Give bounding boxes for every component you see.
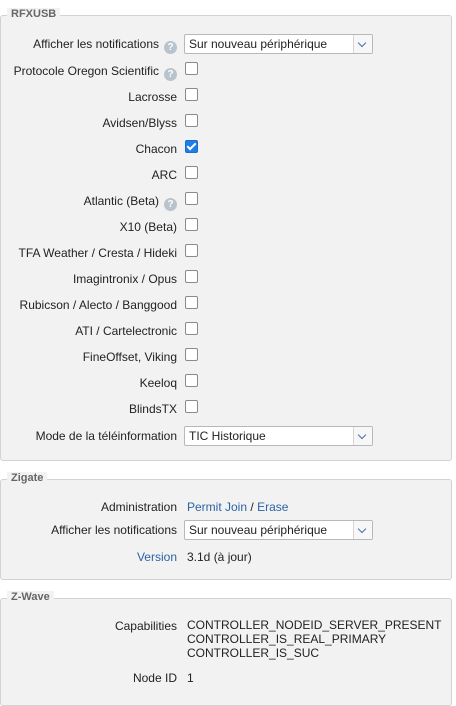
protocol-label: TFA Weather / Cresta / Hideki: [18, 246, 177, 260]
protocol-checkbox[interactable]: [185, 244, 198, 257]
chevron-down-icon[interactable]: [353, 35, 372, 53]
rfxusb-notifications-label: Afficher les notifications?: [33, 34, 177, 54]
protocol-row: FineOffset, Viking: [1, 347, 451, 367]
protocol-label: Atlantic (Beta)?: [84, 191, 177, 211]
rfxusb-notifications-select[interactable]: Sur nouveau périphérique: [184, 34, 373, 54]
rfxusb-fieldset: RFXUSB Afficher les notifications? Sur n…: [0, 8, 452, 461]
protocol-row: Imagintronix / Opus: [1, 269, 451, 289]
chevron-down-icon[interactable]: [353, 521, 372, 539]
rfxusb-teleinfo-label: Mode de la téléinformation: [35, 429, 177, 443]
capability-item: CONTROLLER_IS_REAL_PRIMARY: [187, 632, 387, 646]
protocol-row: Rubicson / Alecto / Banggood: [1, 295, 451, 315]
zigate-fieldset: Zigate Administration Permit Join / Eras…: [0, 472, 452, 580]
zigate-administration-actions: Permit Join / Erase: [187, 497, 288, 517]
protocol-checkbox[interactable]: [185, 270, 198, 283]
protocol-row: Protocole Oregon Scientific?: [1, 61, 451, 81]
zigate-legend: Zigate: [7, 472, 48, 484]
rfxusb-legend: RFXUSB: [7, 8, 61, 20]
zwave-legend: Z-Wave: [7, 591, 54, 603]
protocol-row: ARC: [1, 165, 451, 185]
protocol-label: Protocole Oregon Scientific?: [14, 61, 177, 81]
protocol-label: Avidsen/Blyss: [102, 116, 177, 130]
rfxusb-notifications-value: Sur nouveau périphérique: [189, 37, 328, 51]
protocol-checkbox[interactable]: [185, 296, 198, 309]
protocol-label: Lacrosse: [128, 90, 177, 104]
protocol-row: ATI / Cartelectronic: [1, 321, 451, 341]
zwave-capabilities-values: CONTROLLER_NODEID_SERVER_PRESENT CONTROL…: [187, 618, 442, 660]
protocol-row: X10 (Beta): [1, 217, 451, 237]
link-separator: /: [250, 500, 254, 514]
erase-link[interactable]: Erase: [257, 500, 288, 514]
rfxusb-teleinfo-row: Mode de la téléinformation TIC Historiqu…: [1, 426, 451, 446]
zwave-capabilities-row: Capabilities CONTROLLER_NODEID_SERVER_PR…: [1, 615, 451, 665]
protocol-label: X10 (Beta): [119, 220, 177, 234]
protocol-row: Keeloq: [1, 373, 451, 393]
rfxusb-notifications-row: Afficher les notifications? Sur nouveau …: [1, 34, 451, 54]
zigate-administration-label: Administration: [100, 500, 177, 514]
permit-join-link[interactable]: Permit Join: [187, 500, 247, 514]
protocol-checkbox[interactable]: [185, 114, 198, 127]
capability-item: CONTROLLER_NODEID_SERVER_PRESENT: [187, 618, 442, 632]
zigate-version-value: 3.1d (à jour): [187, 550, 252, 564]
help-icon[interactable]: ?: [164, 198, 177, 211]
zigate-notifications-select[interactable]: Sur nouveau périphérique: [184, 520, 373, 540]
protocol-row: Lacrosse: [1, 87, 451, 107]
protocol-checkbox[interactable]: [185, 140, 198, 153]
protocol-checkbox[interactable]: [185, 322, 198, 335]
zigate-administration-row: Administration Permit Join / Erase: [1, 497, 451, 517]
protocol-row: Chacon: [1, 139, 451, 159]
protocol-checkbox[interactable]: [185, 348, 198, 361]
protocol-label: Keeloq: [139, 376, 177, 390]
protocol-checkbox[interactable]: [185, 192, 198, 205]
protocol-checkbox[interactable]: [185, 400, 198, 413]
protocol-checkbox[interactable]: [185, 62, 198, 75]
protocol-label: ARC: [151, 168, 177, 182]
protocol-label: Imagintronix / Opus: [72, 272, 177, 286]
zwave-fieldset: Z-Wave Capabilities CONTROLLER_NODEID_SE…: [0, 591, 452, 706]
zwave-nodeid-value: 1: [187, 671, 194, 685]
capability-item: CONTROLLER_IS_SUC: [187, 646, 320, 660]
protocol-row: Avidsen/Blyss: [1, 113, 451, 133]
protocol-checkbox[interactable]: [185, 166, 198, 179]
protocol-label: ATI / Cartelectronic: [75, 324, 177, 338]
protocol-label: Rubicson / Alecto / Banggood: [19, 298, 177, 312]
protocol-checkbox[interactable]: [185, 218, 198, 231]
protocol-label: Chacon: [135, 142, 177, 156]
chevron-down-icon[interactable]: [353, 427, 372, 445]
protocol-row: Atlantic (Beta)?: [1, 191, 451, 211]
zwave-capabilities-label: Capabilities: [114, 619, 177, 633]
help-icon[interactable]: ?: [164, 68, 177, 81]
rfxusb-teleinfo-value: TIC Historique: [189, 429, 266, 443]
zigate-notifications-value: Sur nouveau périphérique: [189, 523, 328, 537]
zigate-version-row: Version 3.1d (à jour): [1, 547, 451, 567]
protocol-row: TFA Weather / Cresta / Hideki: [1, 243, 451, 263]
protocol-checkbox[interactable]: [185, 88, 198, 101]
zigate-notifications-row: Afficher les notifications Sur nouveau p…: [1, 520, 451, 540]
rfxusb-teleinfo-select[interactable]: TIC Historique: [184, 426, 373, 446]
protocol-label: FineOffset, Viking: [82, 350, 177, 364]
protocol-label: BlindsTX: [128, 402, 177, 416]
zwave-nodeid-row: Node ID 1: [1, 668, 451, 688]
protocol-checkbox[interactable]: [185, 374, 198, 387]
zwave-nodeid-label: Node ID: [132, 671, 177, 685]
zigate-version-link[interactable]: Version: [137, 547, 177, 567]
zigate-notifications-label: Afficher les notifications: [51, 523, 177, 537]
protocol-row: BlindsTX: [1, 399, 451, 419]
help-icon[interactable]: ?: [164, 41, 177, 54]
